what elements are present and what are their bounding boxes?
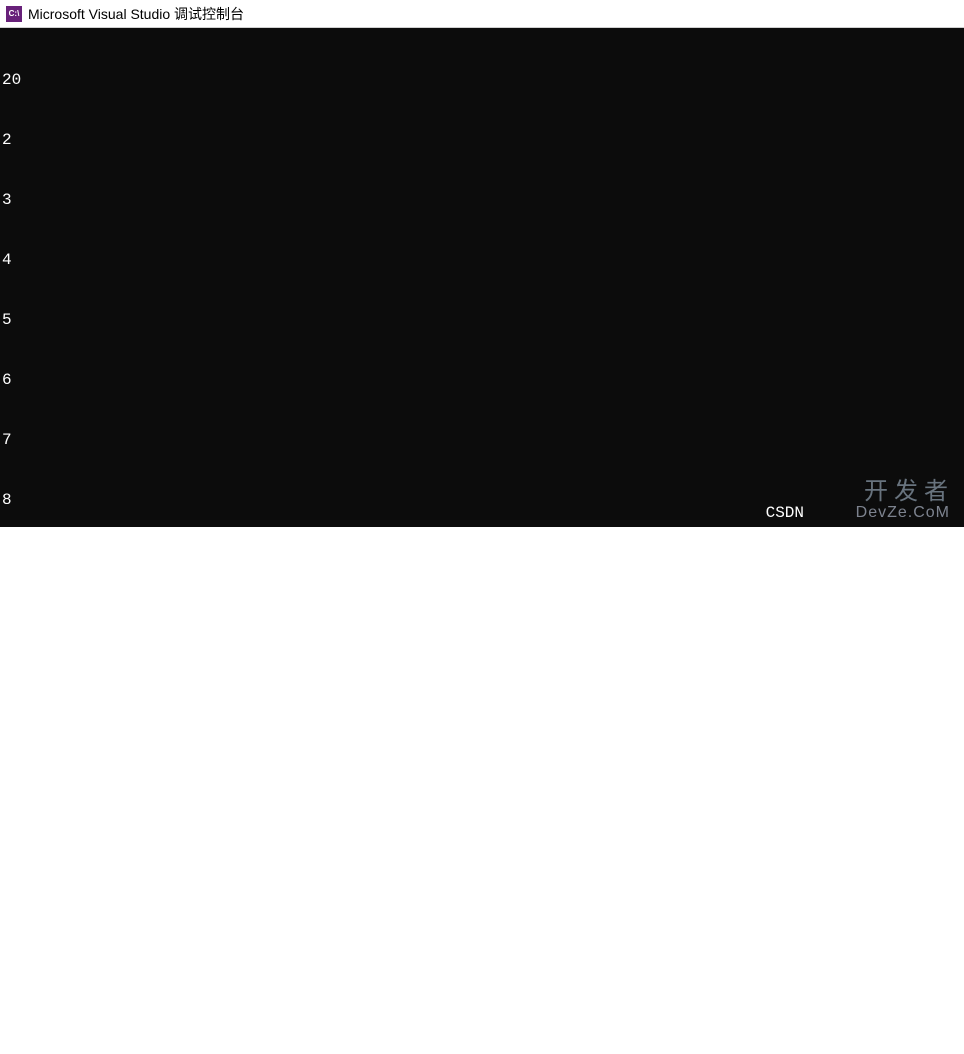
output-line: 15 xyxy=(2,910,962,930)
output-line: 20 xyxy=(2,70,962,90)
output-line: 14 xyxy=(2,850,962,870)
output-line: 17 xyxy=(2,1030,962,1050)
output-line: 13 xyxy=(2,790,962,810)
output-line: 4 xyxy=(2,250,962,270)
output-line: 10 xyxy=(2,610,962,630)
output-line: 11 xyxy=(2,670,962,690)
app-icon-text: C:\ xyxy=(9,9,20,18)
title-bar: C:\ Microsoft Visual Studio 调试控制台 xyxy=(0,0,964,28)
csdn-label: CSDN xyxy=(766,503,804,523)
output-line: 7 xyxy=(2,430,962,450)
output-line: 6 xyxy=(2,370,962,390)
output-line: 8 xyxy=(2,490,962,510)
output-line: 9 xyxy=(2,550,962,570)
output-line: 5 xyxy=(2,310,962,330)
app-icon: C:\ xyxy=(6,6,22,22)
output-line: 12 xyxy=(2,730,962,750)
output-line: 3 xyxy=(2,190,962,210)
output-line: 2 xyxy=(2,130,962,150)
console-output[interactable]: 20 2 3 4 5 6 7 8 9 10 11 12 13 14 15 16 … xyxy=(0,28,964,527)
output-line: 16 xyxy=(2,970,962,990)
window-title: Microsoft Visual Studio 调试控制台 xyxy=(28,4,244,24)
